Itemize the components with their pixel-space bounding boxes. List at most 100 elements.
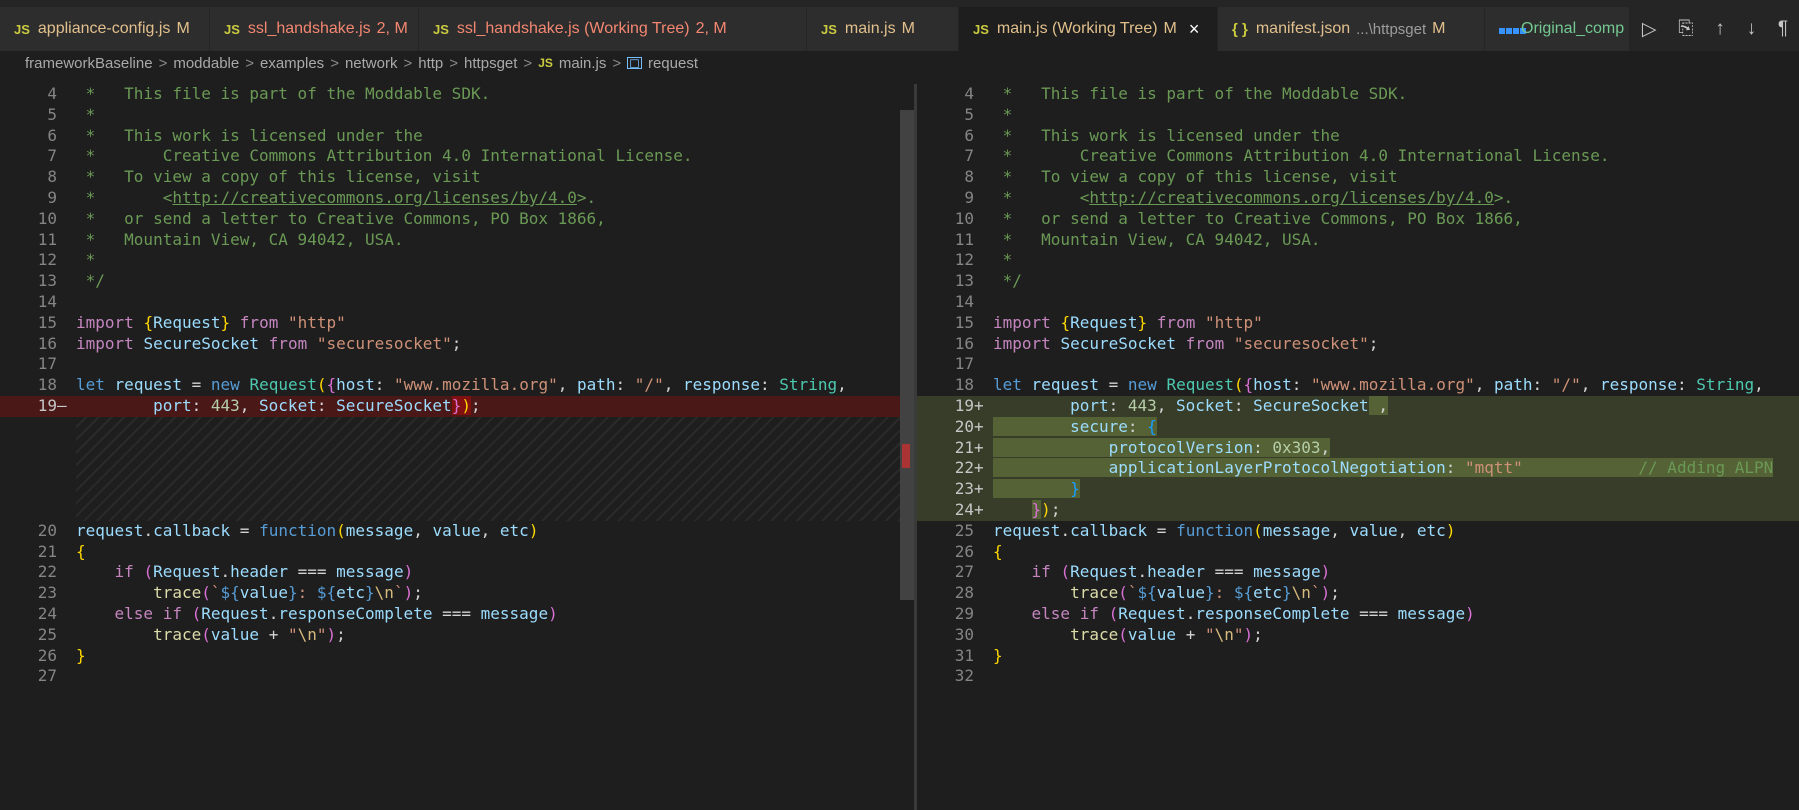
javascript-file-icon: JS (224, 21, 240, 37)
next-change-icon[interactable]: ↓ (1747, 18, 1757, 40)
code-line[interactable]: 15 import {Request} from "http" (917, 313, 1799, 334)
breadcrumb-item[interactable]: frameworkBaseline (25, 55, 153, 72)
show-whitespace-icon[interactable]: ¶ (1778, 18, 1788, 40)
code-text: * To view a copy of this license, visit (76, 167, 481, 187)
diff-original-pane[interactable]: 4 * This file is part of the Moddable SD… (0, 84, 900, 810)
code-line[interactable]: 8 * To view a copy of this license, visi… (917, 167, 1799, 188)
code-line[interactable]: 12 * (0, 250, 900, 271)
line-number: 8 (47, 167, 57, 187)
line-number: 32 (954, 666, 974, 686)
tab-7[interactable]: Original_comp (1485, 7, 1630, 51)
line-number: 6 (964, 125, 974, 145)
code-line[interactable]: 26} (0, 646, 900, 667)
close-icon[interactable]: × (1189, 19, 1200, 40)
code-line[interactable]: 6 * This work is licensed under the (0, 126, 900, 147)
line-number: 27 (37, 666, 57, 686)
code-line[interactable]: 18 let request = new Request({host: "www.… (917, 375, 1799, 396)
code-line[interactable]: 20 + secure: { (917, 416, 1799, 438)
tab-label: ssl_handshake.js (Working Tree) (456, 20, 690, 37)
tab-2[interactable]: JS ssl_handshake.js 2, M (210, 7, 419, 51)
breadcrumb-item[interactable]: httpsget (464, 55, 517, 72)
open-changes-icon[interactable]: ⎘ (1678, 18, 1693, 40)
code-line[interactable]: 6 * This work is licensed under the (917, 126, 1799, 147)
previous-change-icon[interactable]: ↑ (1715, 18, 1725, 40)
code-line[interactable]: 8 * To view a copy of this license, visi… (0, 167, 900, 188)
code-line[interactable]: 5 * (0, 105, 900, 126)
code-line[interactable]: 9 * <http://creativecommons.org/licenses… (0, 188, 900, 209)
code-line[interactable]: 14 (0, 292, 900, 313)
chevron-right-icon: > (158, 54, 168, 72)
code-line[interactable]: 31} (917, 646, 1799, 667)
tab-6[interactable]: { } manifest.json ...\httpsget M (1218, 7, 1485, 51)
code-line[interactable]: 23 trace(`${value}: ${etc}\n`); (0, 583, 900, 604)
tab-1[interactable]: JS appliance-config.js M (0, 7, 210, 51)
code-line[interactable]: 18 let request = new Request({host: "www.… (0, 375, 900, 396)
diff-added-marker: + (974, 500, 984, 519)
breadcrumb-item[interactable]: network (345, 55, 398, 72)
breadcrumb-item[interactable]: main.js (559, 55, 607, 72)
code-line[interactable]: 21 + protocolVersion: 0x303, (917, 437, 1799, 459)
tab-4[interactable]: JS main.js M (807, 7, 959, 51)
code-line[interactable]: 11 * Mountain View, CA 94042, USA. (0, 230, 900, 251)
code-line[interactable]: 4 * This file is part of the Moddable SD… (917, 84, 1799, 105)
code-line[interactable]: 22 if (Request.header === message) (0, 562, 900, 583)
original-pane-scrollbar[interactable] (900, 84, 914, 810)
code-line[interactable]: 13 */ (0, 271, 900, 292)
code-text: port: 443, Socket: SecureSocket}); (153, 396, 481, 415)
code-line[interactable]: 30 trace(value + "\n"); (917, 625, 1799, 646)
breadcrumb-item[interactable]: request (648, 55, 698, 72)
code-line[interactable]: 16 import SecureSocket from "securesocket… (0, 334, 900, 355)
code-text: request.callback = function(message, val… (76, 520, 539, 540)
code-text: * or send a letter to Creative Commons, … (76, 208, 606, 228)
code-line[interactable]: 28 trace(`${value}: ${etc}\n`); (917, 583, 1799, 604)
line-number: 14 (37, 292, 57, 311)
code-line[interactable]: 11 * Mountain View, CA 94042, USA. (917, 230, 1799, 251)
code-line[interactable]: 17 (0, 354, 900, 375)
code-line[interactable]: 25 trace(value + "\n"); (0, 625, 900, 646)
code-line[interactable]: 10 * or send a letter to Creative Common… (917, 209, 1799, 230)
diff-modified-pane[interactable]: 4 * This file is part of the Moddable SD… (917, 84, 1799, 810)
code-line[interactable]: 23 + } (917, 479, 1799, 500)
code-line[interactable]: 12 * (917, 250, 1799, 271)
scrollbar-thumb[interactable] (900, 110, 914, 600)
tab-status: 2, M (376, 20, 408, 37)
code-line[interactable]: 29 else if (Request.responseComplete ===… (917, 604, 1799, 625)
breadcrumb-item[interactable]: moddable (173, 55, 239, 72)
code-line[interactable]: 4 * This file is part of the Moddable SD… (0, 84, 900, 105)
code-line[interactable]: 26 { (917, 542, 1799, 563)
tab-status: M (1163, 20, 1177, 37)
code-line[interactable]: 9 * <http://creativecommons.org/licenses… (917, 188, 1799, 209)
code-line[interactable]: 19 + port: 443, Socket: SecureSocket , (917, 396, 1799, 417)
code-line[interactable]: 22 + applicationLayerProtocolNegotiation:… (917, 458, 1799, 480)
breadcrumb-item[interactable]: examples (260, 55, 324, 72)
code-line[interactable]: 27 if (Request.header === message) (917, 562, 1799, 583)
code-line[interactable]: 25 request.callback = function(message, v… (917, 521, 1799, 542)
code-line[interactable]: 17 (917, 354, 1799, 375)
code-line[interactable]: 21 { (0, 542, 900, 563)
line-number: 27 (954, 562, 974, 582)
chevron-right-icon: > (523, 54, 533, 72)
code-line[interactable]: 24 else if (Request.responseComplete ===… (0, 604, 900, 625)
breadcrumb-item[interactable]: http (418, 55, 443, 72)
code-line[interactable]: 19— port: 443, Socket: SecureSocket}); (0, 396, 900, 417)
code-line[interactable]: 15 import {Request} from "http" (0, 313, 900, 334)
line-number: 13 (37, 271, 57, 291)
run-icon[interactable]: ▷ (1642, 18, 1657, 41)
code-text: } (993, 645, 1003, 665)
code-line[interactable]: 14 (917, 292, 1799, 313)
code-line[interactable]: 16 import SecureSocket from "securesocket… (917, 334, 1799, 355)
code-line[interactable]: 32 (917, 666, 1799, 687)
line-number: 18 (37, 375, 57, 395)
code-line[interactable]: 7 * Creative Commons Attribution 4.0 Int… (917, 146, 1799, 167)
code-line[interactable]: 24 + }); (917, 500, 1799, 521)
tab-5[interactable]: JS main.js (Working Tree) M × (959, 7, 1218, 51)
code-line[interactable]: 7 * Creative Commons Attribution 4.0 Int… (0, 146, 900, 167)
code-line[interactable]: 27 (0, 666, 900, 687)
code-line[interactable]: 13 */ (917, 271, 1799, 292)
code-line[interactable]: 10 * or send a letter to Creative Common… (0, 209, 900, 230)
code-line[interactable]: 5 * (917, 105, 1799, 126)
line-number: 11 (954, 229, 974, 249)
tab-3[interactable]: JS ssl_handshake.js (Working Tree) 2, M (419, 7, 807, 51)
tab-label: manifest.json (1255, 20, 1351, 37)
code-line[interactable]: 20 request.callback = function(message, v… (0, 521, 900, 542)
